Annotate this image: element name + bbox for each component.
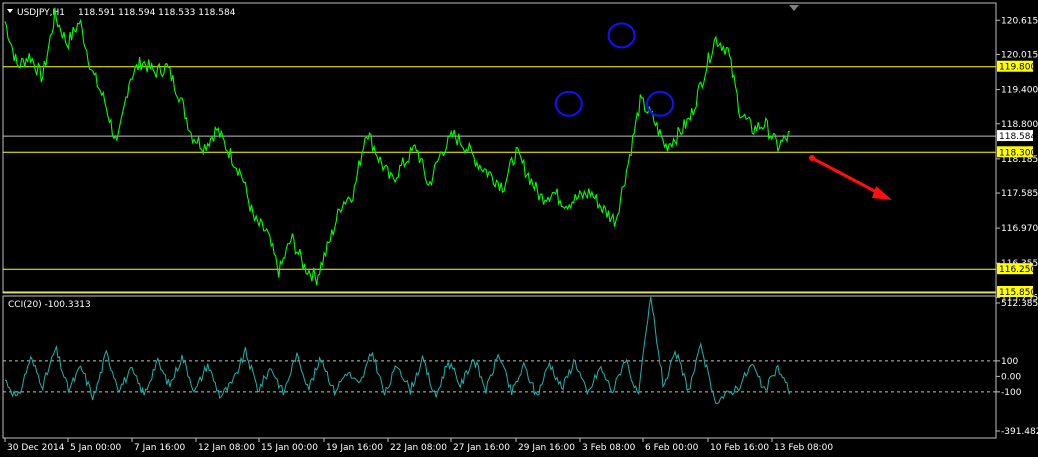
price-panel-frame — [2, 2, 997, 294]
price-axis: 120.615120.015119.400118.800118.185117.5… — [996, 16, 1038, 303]
price-tick-label-1: 120.015 — [1001, 50, 1038, 60]
cci-tick-label-0: 512.3851 — [1001, 299, 1038, 309]
price-line — [4, 7, 791, 286]
symbol-menu-chevron-icon[interactable] — [7, 9, 13, 13]
chart-canvas[interactable]: USDJPY,H1 118.591 118.594 118.533 118.58… — [0, 0, 1038, 457]
price-tick-label-2: 119.400 — [1001, 86, 1038, 96]
trend-arrow-head-icon[interactable] — [872, 186, 892, 200]
price-tick-label-6: 116.970 — [1001, 224, 1038, 234]
price-tick-label-0: 120.615 — [1001, 16, 1038, 26]
time-tick-label-3: 12 Jan 08:00 — [198, 443, 255, 453]
time-tick-label-10: 6 Feb 00:00 — [645, 443, 699, 453]
time-tick-label-12: 13 Feb 08:00 — [774, 443, 833, 453]
trend-arrow-anchor[interactable] — [809, 155, 815, 161]
cci-line — [4, 296, 791, 405]
ellipse-annotation-2[interactable] — [646, 90, 675, 117]
cci-tick-label-4: -391.4824 — [1001, 427, 1038, 437]
ellipse-annotation-1[interactable] — [607, 22, 636, 49]
time-axis: 30 Dec 2014 5 Jan 00:00 7 Jan 16:00 12 Jan … — [4, 438, 833, 453]
cci-label: CCI(20) -100.3313 — [8, 300, 91, 310]
bid-tag: 118.584 — [999, 132, 1036, 142]
time-tick-label-4: 15 Jan 00:00 — [261, 443, 318, 453]
time-tick-label-11: 10 Feb 16:00 — [710, 443, 769, 453]
cci-tick-label-3: -100 — [1001, 388, 1022, 398]
level-tag-2: 116.250 — [999, 265, 1036, 275]
cci-tick-label-1: 100 — [1001, 357, 1018, 367]
price-series — [4, 7, 791, 286]
price-tick-label-5: 117.585 — [1001, 189, 1038, 199]
time-tick-label-7: 27 Jan 16:00 — [453, 443, 510, 453]
time-tick-label-0: 30 Dec 2014 — [7, 443, 65, 453]
time-tick-label-6: 22 Jan 08:00 — [390, 443, 447, 453]
ellipse-annotation-0[interactable] — [554, 90, 583, 117]
level-tag-3: 115.850 — [999, 288, 1036, 298]
cci-tick-label-2: 0.00 — [1001, 372, 1021, 382]
cci-axis: 512.3851 100 0.00 -100 -391.4824 — [996, 299, 1038, 437]
quote-label: 118.591 118.594 118.533 118.584 — [78, 8, 236, 18]
cci-series — [4, 296, 791, 405]
time-tick-label-8: 29 Jan 16:00 — [518, 443, 575, 453]
chart-shift-marker-icon[interactable] — [789, 5, 799, 11]
time-tick-label-5: 19 Jan 16:00 — [326, 443, 383, 453]
symbol-label: USDJPY,H1 — [17, 8, 65, 18]
level-tag-1: 118.300 — [999, 148, 1036, 158]
time-tick-label-9: 3 Feb 08:00 — [582, 443, 636, 453]
time-tick-label-1: 5 Jan 00:00 — [70, 443, 122, 453]
price-levels — [3, 66, 996, 293]
trend-arrow-shaft[interactable] — [811, 156, 883, 197]
time-tick-label-2: 7 Jan 16:00 — [134, 443, 186, 453]
level-tag-0: 119.800 — [999, 63, 1036, 73]
price-tick-label-3: 118.800 — [1001, 120, 1038, 130]
cci-panel-frame — [2, 295, 997, 439]
